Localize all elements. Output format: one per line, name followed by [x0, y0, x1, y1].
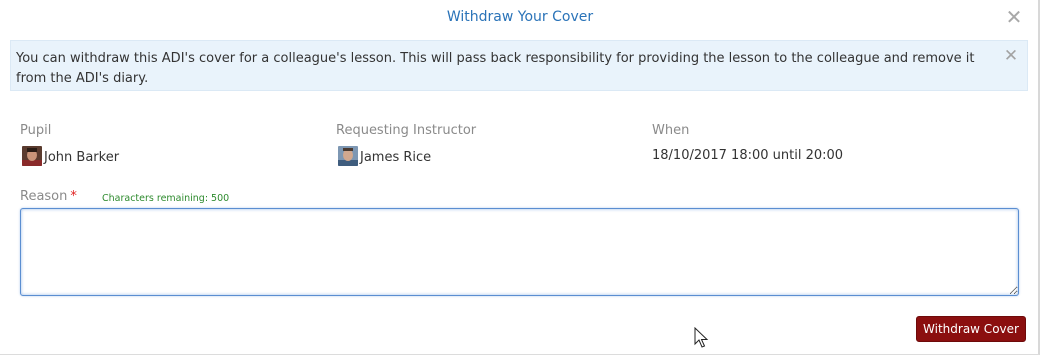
mouse-cursor-icon — [694, 327, 709, 348]
pupil-value: John Barker — [22, 146, 120, 166]
when-value: 18/10/2017 18:00 until 20:00 — [652, 148, 844, 163]
info-alert: You can withdraw this ADI's cover for a … — [10, 40, 1028, 91]
when-label: When — [652, 123, 690, 138]
reason-label: Reason * — [20, 189, 77, 204]
reason-textarea[interactable] — [20, 208, 1019, 296]
pupil-label: Pupil — [20, 123, 52, 138]
instructor-name: James Rice — [360, 149, 432, 165]
reason-label-text: Reason — [20, 189, 68, 204]
required-marker: * — [70, 189, 77, 204]
alert-close-icon[interactable]: ✕ — [1003, 48, 1019, 65]
alert-message: You can withdraw this ADI's cover for a … — [16, 51, 975, 86]
modal-title: Withdraw Your Cover — [446, 9, 594, 25]
pupil-name: John Barker — [44, 149, 120, 165]
instructor-avatar-icon — [338, 146, 358, 166]
pupil-avatar-icon — [22, 146, 42, 166]
close-icon[interactable]: ✕ — [1004, 7, 1024, 27]
instructor-label: Requesting Instructor — [336, 123, 477, 138]
withdraw-cover-modal: Withdraw Your Cover ✕ You can withdraw t… — [0, 0, 1040, 355]
instructor-value: James Rice — [338, 146, 432, 166]
withdraw-cover-button[interactable]: Withdraw Cover — [916, 316, 1026, 342]
characters-remaining: Characters remaining: 500 — [102, 193, 230, 204]
